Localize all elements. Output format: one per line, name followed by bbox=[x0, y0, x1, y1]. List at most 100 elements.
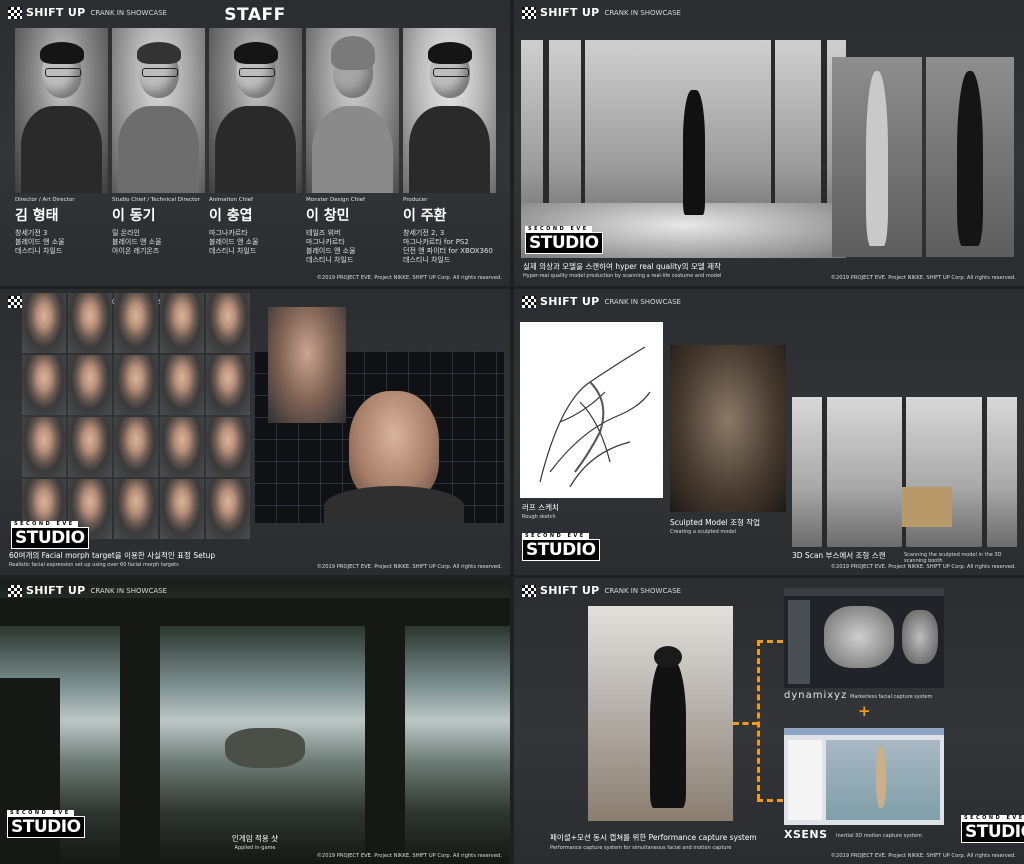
staff-works: 창세기전 3 블레이드 앤 소울 데스티니 차일드 bbox=[15, 229, 108, 256]
staff-work: 릴 온라인 bbox=[112, 229, 140, 237]
staff-work: 마그나카르타 bbox=[209, 229, 248, 237]
brand-name: SHIFT UP bbox=[540, 6, 600, 19]
staff-work: 블레이드 앤 소울 bbox=[209, 238, 259, 246]
reference-face-photo bbox=[268, 307, 346, 423]
caption-kr: 실제 의상과 모델을 스캔하여 hyper real quality의 모델 제… bbox=[523, 262, 721, 271]
caption-en: Applied in-game bbox=[234, 845, 276, 851]
staff-work: 데스티니 차일드 bbox=[15, 247, 63, 255]
3d-face-model bbox=[349, 391, 439, 501]
face-thumb bbox=[114, 293, 158, 353]
staff-title: STAFF bbox=[224, 5, 286, 25]
studio-logo-main: STUDIO bbox=[11, 527, 89, 549]
brand-tag: CRANK IN SHOWCASE bbox=[604, 8, 681, 17]
staff-photo bbox=[209, 28, 302, 193]
mocap-actor bbox=[650, 658, 686, 808]
slide-ingame-shot: SHIFT UP CRANK IN SHOWCASE SECOND EVE ST… bbox=[0, 578, 510, 864]
xsens-logo: XSENS bbox=[784, 828, 828, 841]
staff-work: 던전 앤 파이터 for XBOX360 bbox=[403, 247, 493, 255]
studio-logo: SECOND EVE STUDIO bbox=[522, 533, 600, 561]
studio-logo-main: STUDIO bbox=[961, 821, 1024, 843]
staff-photo bbox=[112, 28, 205, 193]
copyright: ©2019 PROJECT EVE. Project NIKKE. SHIFT … bbox=[316, 853, 502, 859]
face-thumb bbox=[160, 417, 204, 477]
staff-card: Producer 이 주환 창세기전 2, 3 마그나카르타 for PS2 던… bbox=[403, 28, 496, 265]
face-thumb bbox=[160, 293, 204, 353]
face-thumb bbox=[22, 355, 66, 415]
checker-flag-icon bbox=[8, 295, 22, 308]
checker-flag-icon bbox=[522, 295, 536, 308]
creature-sketch bbox=[539, 346, 651, 488]
staff-work: 테일즈 위버 bbox=[306, 229, 341, 237]
copyright: ©2019 PROJECT EVE. Project NIKKE. SHIFT … bbox=[830, 853, 1016, 859]
staff-name: 김 형태 bbox=[15, 208, 59, 224]
face-thumb bbox=[206, 355, 250, 415]
face-thumb bbox=[68, 417, 112, 477]
dynamixyz-software-screenshot bbox=[784, 588, 944, 688]
studio-logo: SECOND EVE STUDIO bbox=[961, 815, 1024, 843]
staff-work: 마그나카르타 bbox=[306, 238, 345, 246]
slide-model-scan: SHIFT UP CRANK IN SHOWCASE SECOND EVE ST… bbox=[514, 0, 1024, 286]
facial-morph-grid bbox=[22, 293, 250, 539]
face-thumb bbox=[114, 417, 158, 477]
staff-list: Director / Art Director 김 형태 창세기전 3 블레이드… bbox=[15, 28, 496, 265]
brand-logo: SHIFT UP CRANK IN SHOWCASE bbox=[522, 295, 681, 308]
staff-card: Director / Art Director 김 형태 창세기전 3 블레이드… bbox=[15, 28, 108, 265]
staff-photo bbox=[15, 28, 108, 193]
studio-logo-main: STUDIO bbox=[522, 539, 600, 561]
sketch-caption-kr: 러프 스케치 bbox=[522, 503, 559, 512]
staff-name: 이 동기 bbox=[112, 208, 156, 224]
staff-card: Animation Chief 이 충엽 마그나카르타 블레이드 앤 소울 데스… bbox=[209, 28, 302, 265]
sketch-caption-en: Rough sketch bbox=[522, 514, 556, 520]
face-thumb bbox=[206, 479, 250, 539]
ingame-scene bbox=[0, 598, 510, 626]
brand-name: SHIFT UP bbox=[540, 295, 600, 308]
slide-sculpt: SHIFT UP CRANK IN SHOWCASE 러프 스케치 Rough … bbox=[514, 289, 1024, 575]
face-thumb bbox=[206, 417, 250, 477]
staff-work: 아이온 레기온즈 bbox=[112, 247, 160, 255]
brand-tag: CRANK IN SHOWCASE bbox=[604, 297, 681, 306]
sculpted-model-photo bbox=[670, 345, 786, 512]
slide-facial-morph: SHIFT UP CRANK IN SHOWCASE SECOND EVE ST… bbox=[0, 289, 510, 575]
slide-staff: SHIFT UP CRANK IN SHOWCASE STAFF Directo… bbox=[0, 0, 510, 286]
studio-logo: SECOND EVE STUDIO bbox=[11, 521, 89, 549]
staff-photo bbox=[403, 28, 496, 193]
scan-caption-kr: 3D Scan 부스에서 조형 스캔 bbox=[792, 551, 886, 560]
rough-sketch-image bbox=[520, 322, 663, 498]
staff-role: Producer bbox=[403, 197, 428, 203]
brand-tag: CRANK IN SHOWCASE bbox=[604, 586, 681, 595]
copyright: ©2019 PROJECT EVE. Project NIKKE. SHIFT … bbox=[316, 275, 502, 281]
staff-works: 마그나카르타 블레이드 앤 소울 데스티니 차일드 bbox=[209, 229, 302, 256]
staff-work: 데스티니 차일드 bbox=[403, 256, 451, 264]
staff-work: 마그나카르타 for PS2 bbox=[403, 238, 469, 246]
copyright: ©2019 PROJECT EVE. Project NIKKE. SHIFT … bbox=[316, 564, 502, 570]
caption-kr: 페이셜+모션 동시 캡쳐를 위한 Performance capture sys… bbox=[550, 833, 757, 842]
staff-work: 블레이드 앤 소울 bbox=[306, 247, 356, 255]
face-thumb bbox=[22, 417, 66, 477]
staff-role: Director / Art Director bbox=[15, 197, 75, 203]
staff-name: 이 충엽 bbox=[209, 208, 253, 224]
copyright: ©2019 PROJECT EVE. Project NIKKE. SHIFT … bbox=[830, 564, 1016, 570]
staff-work: 창세기전 2, 3 bbox=[403, 229, 445, 237]
slide-performance-capture: SHIFT UP CRANK IN SHOWCASE dynamixyz Mar… bbox=[514, 578, 1024, 864]
checker-flag-icon bbox=[522, 584, 536, 597]
staff-work: 블레이드 앤 소울 bbox=[112, 238, 162, 246]
staff-role: Studio Chief / Technical Director bbox=[112, 197, 200, 203]
face-thumb bbox=[114, 355, 158, 415]
face-thumb bbox=[206, 293, 250, 353]
face-thumb bbox=[160, 355, 204, 415]
staff-works: 테일즈 위버 마그나카르타 블레이드 앤 소울 데스티니 차일드 bbox=[306, 229, 399, 265]
dynamixyz-desc: Markerless facial capture system bbox=[850, 694, 933, 700]
grey-scan-model bbox=[832, 57, 922, 257]
caption-kr: 인게임 적용 샷 bbox=[231, 834, 279, 843]
staff-name: 이 주환 bbox=[403, 208, 447, 224]
copyright: ©2019 PROJECT EVE. Project NIKKE. SHIFT … bbox=[830, 275, 1016, 281]
staff-photo bbox=[306, 28, 399, 193]
textured-scan-model bbox=[926, 57, 1014, 257]
face-thumb bbox=[22, 293, 66, 353]
staff-card: Monster Design Chief 이 창민 테일즈 위버 마그나카르타 … bbox=[306, 28, 399, 265]
creature-silhouette bbox=[225, 728, 305, 768]
scan-caption-en: Scanning the sculpted model in the 3D sc… bbox=[904, 552, 1002, 564]
sculpt-caption-en: Creating a sculpted model bbox=[670, 529, 736, 535]
staff-name: 이 창민 bbox=[306, 208, 350, 224]
mocap-actor-photo bbox=[588, 606, 733, 821]
